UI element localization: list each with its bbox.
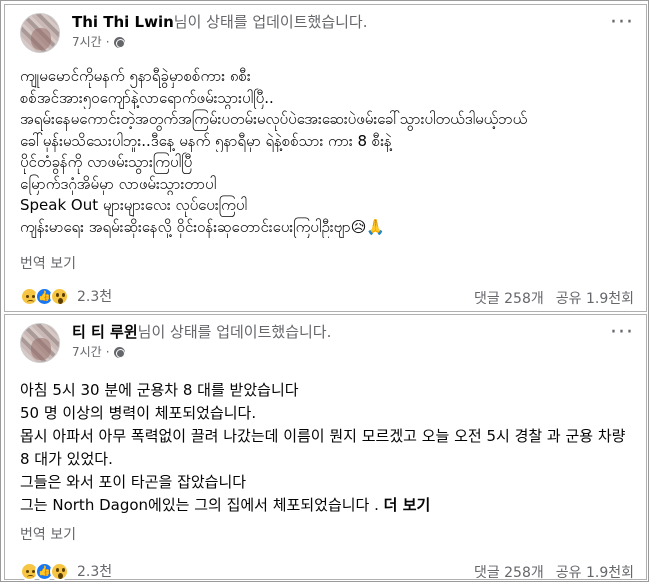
- post-line: ကျန်းမာရေး အရမ်းဆိုးနေလို့ ဝိုင်းဝန်းဆုတ…: [20, 217, 386, 236]
- ellipsis-icon[interactable]: ···: [610, 322, 634, 344]
- post-line: 아침 5시 30 분에 군용차 8 대를 받았습니다: [20, 381, 299, 399]
- author-avatar[interactable]: [20, 13, 60, 53]
- author-avatar[interactable]: [20, 323, 60, 363]
- post-line: ပိုင်တံခွန်ကို လာဖမ်းသွားကြပါပြီ: [20, 153, 193, 171]
- post-line-text: 그는 North Dagon에있는 그의 집에서 체포되었습니다 .: [20, 496, 379, 514]
- post-line: အရမ်းနေမကောင်းတဲ့အတွက်အကြမ်းပတမ်းမလုပ်ပဲ…: [20, 110, 528, 128]
- post-body: ကျုမမောင်ကိုမနက် ၅နာရီခွဲမှာစစ်ကား ၈စီး …: [20, 66, 634, 238]
- see-translation-link[interactable]: 번역 보기: [20, 253, 76, 273]
- see-more-link[interactable]: 더 보기: [384, 496, 431, 514]
- post-line: 50 명 이상의 병력이 체포되었습니다.: [20, 404, 257, 422]
- post-action-text: 님이 상태를 업데이트했습니다.: [137, 323, 332, 341]
- post-line-last: 그는 North Dagon에있는 그의 집에서 체포되었습니다 . 더 보기: [20, 494, 634, 517]
- comment-count[interactable]: 댓글 258개: [474, 562, 544, 582]
- post-line: 몹시 아파서 아무 폭력없이 끌려 나갔는데 이름이 뭔지 모르겠고 오늘 오전…: [20, 427, 626, 468]
- post-line: ခေါ်မှန်းမသိသေးပါဘူး..ဒီနေ့ မနက် ၅နာရီမှ…: [20, 131, 392, 150]
- post-timestamp[interactable]: 7시간: [72, 34, 102, 50]
- post-line: မြောက်ဒဂုံအိမ်မှာ လာဖမ်းသွားတာပါ: [20, 174, 217, 193]
- post-meta: 7시간 ·: [72, 344, 125, 360]
- share-count[interactable]: 공유 1.9천회: [556, 562, 634, 582]
- globe-icon: [113, 346, 125, 358]
- post-stats: 댓글 258개 공유 1.9천회: [474, 288, 634, 308]
- post-stats: 댓글 258개 공유 1.9천회: [474, 562, 634, 582]
- post-header: Thi Thi Lwin님이 상태를 업데이트했습니다.: [72, 12, 368, 32]
- reaction-count[interactable]: 2.3천: [77, 561, 112, 581]
- status-post-2: 티 티 루윈님이 상태를 업데이트했습니다. 7시간 · ··· 아침 5시 3…: [4, 314, 647, 582]
- share-count[interactable]: 공유 1.9천회: [556, 288, 634, 308]
- reaction-summary[interactable]: 👍 2.3천: [20, 286, 112, 306]
- post-timestamp[interactable]: 7시간: [72, 344, 102, 360]
- author-name[interactable]: Thi Thi Lwin: [72, 13, 174, 31]
- reaction-count[interactable]: 2.3천: [77, 286, 112, 306]
- post-meta: 7시간 ·: [72, 34, 125, 50]
- screenshot-frame: Thi Thi Lwin님이 상태를 업데이트했습니다. 7시간 · ··· က…: [0, 0, 649, 582]
- wow-reaction-icon: [50, 286, 69, 306]
- post-action-text: 님이 상태를 업데이트했습니다.: [173, 13, 368, 31]
- reaction-summary[interactable]: 👍 2.3천: [20, 561, 112, 581]
- wow-reaction-icon: [50, 561, 69, 581]
- post-body: 아침 5시 30 분에 군용차 8 대를 받았습니다 50 명 이상의 병력이 …: [20, 379, 634, 517]
- post-header: 티 티 루윈님이 상태를 업데이트했습니다.: [72, 322, 331, 342]
- post-line: စစ်အင်အား၅၀ကျော်နဲ့လာရောက်ဖမ်းသွားပါပြီ.…: [20, 88, 274, 107]
- comment-count[interactable]: 댓글 258개: [474, 288, 544, 308]
- post-line: Speak Out များများလေး လုပ်ပေးကြပါ: [20, 196, 247, 214]
- globe-icon: [113, 36, 125, 48]
- post-line: ကျုမမောင်ကိုမနက် ၅နာရီခွဲမှာစစ်ကား ၈စီး: [20, 67, 251, 85]
- author-name[interactable]: 티 티 루윈: [72, 323, 138, 341]
- status-post-1: Thi Thi Lwin님이 상태를 업데이트했습니다. 7시간 · ··· က…: [4, 4, 647, 312]
- see-translation-link[interactable]: 번역 보기: [20, 524, 76, 544]
- ellipsis-icon[interactable]: ···: [610, 12, 634, 34]
- post-line: 그들은 와서 포이 타곤을 잡았습니다: [20, 473, 247, 491]
